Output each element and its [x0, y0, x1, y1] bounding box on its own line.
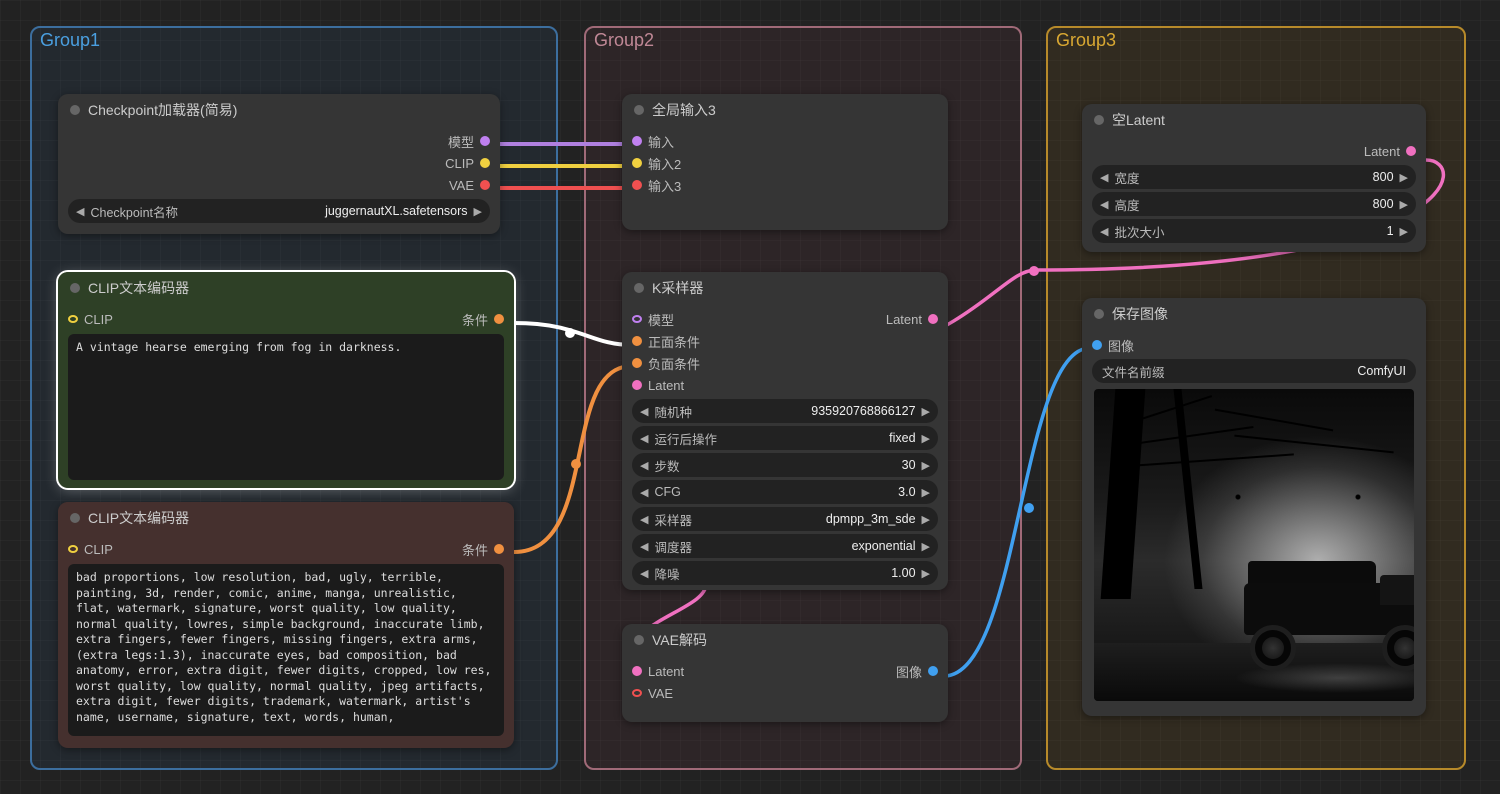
chevron-left-icon[interactable]: ◀	[640, 567, 648, 580]
chevron-right-icon[interactable]: ▶	[922, 459, 930, 472]
node-global-input[interactable]: 全局输入3 输入 输入2 输入3	[622, 94, 948, 230]
chevron-right-icon[interactable]: ▶	[922, 405, 930, 418]
chevron-right-icon[interactable]: ▶	[922, 486, 930, 499]
port-in-positive[interactable]	[632, 336, 642, 346]
collapse-icon[interactable]	[70, 283, 80, 293]
port-in-image[interactable]	[1092, 340, 1102, 350]
node-empty-latent[interactable]: 空Latent Latent ◀宽度800▶ ◀高度800▶ ◀批次大小1▶	[1082, 104, 1426, 252]
widget-batch[interactable]: ◀批次大小1▶	[1092, 219, 1416, 243]
chevron-right-icon[interactable]: ▶	[922, 540, 930, 553]
widget-denoise[interactable]: ◀降噪1.00▶	[632, 561, 938, 585]
node-title: CLIP文本编码器	[88, 508, 189, 528]
port-out-image[interactable]	[928, 666, 938, 676]
chevron-left-icon[interactable]: ◀	[640, 405, 648, 418]
prompt-textarea[interactable]: A vintage hearse emerging from fog in da…	[68, 334, 504, 480]
port-in-model[interactable]	[632, 315, 642, 323]
collapse-icon[interactable]	[634, 283, 644, 293]
port-in-1[interactable]	[632, 136, 642, 146]
chevron-right-icon[interactable]: ▶	[1400, 225, 1408, 238]
port-out-vae[interactable]	[480, 180, 490, 190]
node-vae-decode[interactable]: VAE解码 Latent 图像 VAE	[622, 624, 948, 722]
node-title: 空Latent	[1112, 110, 1165, 130]
widget-cfg[interactable]: ◀CFG3.0▶	[632, 480, 938, 504]
collapse-icon[interactable]	[1094, 115, 1104, 125]
node-title: 保存图像	[1112, 304, 1168, 324]
port-out-model[interactable]	[480, 136, 490, 146]
chevron-right-icon[interactable]: ▶	[474, 205, 482, 218]
chevron-right-icon[interactable]: ▶	[922, 432, 930, 445]
chevron-left-icon[interactable]: ◀	[640, 459, 648, 472]
collapse-icon[interactable]	[634, 105, 644, 115]
chevron-left-icon[interactable]: ◀	[640, 540, 648, 553]
port-in-2[interactable]	[632, 158, 642, 168]
node-save-image[interactable]: 保存图像 图像 文件名前缀 ComfyUI	[1082, 298, 1426, 716]
out-vae-label: VAE	[449, 178, 474, 193]
chevron-right-icon[interactable]: ▶	[922, 513, 930, 526]
port-in-negative[interactable]	[632, 358, 642, 368]
widget-sampler[interactable]: ◀采样器dpmpp_3m_sde▶	[632, 507, 938, 531]
group-3-title: Group3	[1056, 30, 1116, 51]
widget-filename-prefix[interactable]: 文件名前缀 ComfyUI	[1092, 359, 1416, 383]
node-clip-text-encode-positive[interactable]: CLIP文本编码器 CLIP 条件 A vintage hearse emerg…	[58, 272, 514, 488]
port-in-clip[interactable]	[68, 315, 78, 323]
node-title: Checkpoint加载器(简易)	[88, 100, 237, 120]
chevron-right-icon[interactable]: ▶	[922, 567, 930, 580]
node-ksampler[interactable]: K采样器 模型 Latent 正面条件 负面条件 Latent ◀随机种9359…	[622, 272, 948, 590]
chevron-left-icon[interactable]: ◀	[1100, 225, 1108, 238]
widget-seed[interactable]: ◀随机种935920768866127▶	[632, 399, 938, 423]
collapse-icon[interactable]	[70, 513, 80, 523]
node-checkpoint-loader[interactable]: Checkpoint加载器(简易) 模型 CLIP VAE ◀ Checkpoi…	[58, 94, 500, 234]
port-out-clip[interactable]	[480, 158, 490, 168]
collapse-icon[interactable]	[634, 635, 644, 645]
chevron-right-icon[interactable]: ▶	[1400, 198, 1408, 211]
port-out-latent[interactable]	[1406, 146, 1416, 156]
prompt-textarea[interactable]: bad proportions, low resolution, bad, ug…	[68, 564, 504, 736]
out-model-label: 模型	[448, 132, 474, 151]
output-image-preview[interactable]	[1094, 389, 1414, 701]
collapse-icon[interactable]	[1094, 309, 1104, 319]
node-title: VAE解码	[652, 630, 707, 650]
node-clip-text-encode-negative[interactable]: CLIP文本编码器 CLIP 条件 bad proportions, low r…	[58, 502, 514, 748]
widget-checkpoint-name[interactable]: ◀ Checkpoint名称 juggernautXL.safetensors …	[68, 199, 490, 223]
widget-control-after[interactable]: ◀运行后操作fixed▶	[632, 426, 938, 450]
out-clip-label: CLIP	[445, 156, 474, 171]
port-out-conditioning[interactable]	[494, 314, 504, 324]
widget-width[interactable]: ◀宽度800▶	[1092, 165, 1416, 189]
port-in-3[interactable]	[632, 180, 642, 190]
port-in-latent[interactable]	[632, 380, 642, 390]
port-out-latent[interactable]	[928, 314, 938, 324]
chevron-left-icon[interactable]: ◀	[640, 432, 648, 445]
widget-scheduler[interactable]: ◀调度器exponential▶	[632, 534, 938, 558]
chevron-right-icon[interactable]: ▶	[1400, 171, 1408, 184]
chevron-left-icon[interactable]: ◀	[1100, 198, 1108, 211]
port-in-latent[interactable]	[632, 666, 642, 676]
chevron-left-icon[interactable]: ◀	[640, 513, 648, 526]
chevron-left-icon[interactable]: ◀	[640, 486, 648, 499]
widget-height[interactable]: ◀高度800▶	[1092, 192, 1416, 216]
node-title: K采样器	[652, 278, 703, 298]
node-title: 全局输入3	[652, 100, 716, 120]
chevron-left-icon[interactable]: ◀	[1100, 171, 1108, 184]
port-in-vae[interactable]	[632, 689, 642, 697]
widget-steps[interactable]: ◀步数30▶	[632, 453, 938, 477]
collapse-icon[interactable]	[70, 105, 80, 115]
group-1-title: Group1	[40, 30, 100, 51]
chevron-left-icon[interactable]: ◀	[76, 205, 84, 218]
node-title: CLIP文本编码器	[88, 278, 189, 298]
port-out-conditioning[interactable]	[494, 544, 504, 554]
port-in-clip[interactable]	[68, 545, 78, 553]
group-2-title: Group2	[594, 30, 654, 51]
